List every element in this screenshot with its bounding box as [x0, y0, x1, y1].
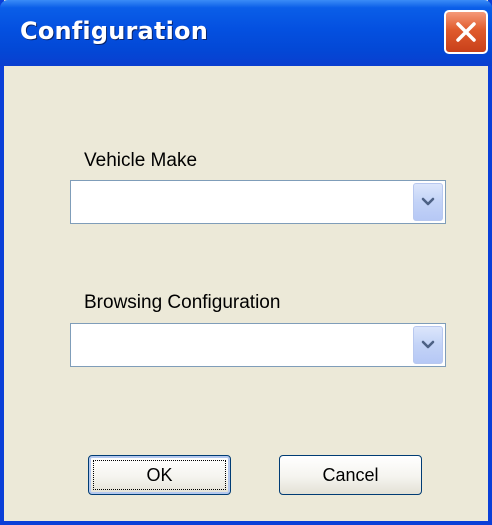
browsing-configuration-label: Browsing Configuration	[84, 292, 281, 313]
title-bar[interactable]: Configuration	[0, 0, 492, 66]
vehicle-make-label: Vehicle Make	[84, 150, 198, 171]
browsing-configuration-dropdown-button[interactable]	[413, 326, 443, 364]
browsing-configuration-combobox[interactable]	[70, 323, 446, 367]
ok-button[interactable]: OK	[88, 455, 231, 495]
cancel-button[interactable]: Cancel	[279, 455, 422, 495]
chevron-down-icon	[421, 197, 435, 206]
window-title: Configuration	[20, 17, 209, 45]
close-icon	[456, 22, 476, 42]
vehicle-make-combobox[interactable]	[70, 180, 446, 224]
chevron-down-icon	[421, 340, 435, 349]
configuration-dialog: Configuration Vehicle Make Browsing Conf…	[0, 0, 492, 525]
close-button[interactable]	[444, 10, 488, 54]
cancel-button-label: Cancel	[322, 464, 379, 485]
focus-ring	[93, 460, 226, 490]
vehicle-make-dropdown-button[interactable]	[413, 183, 443, 221]
